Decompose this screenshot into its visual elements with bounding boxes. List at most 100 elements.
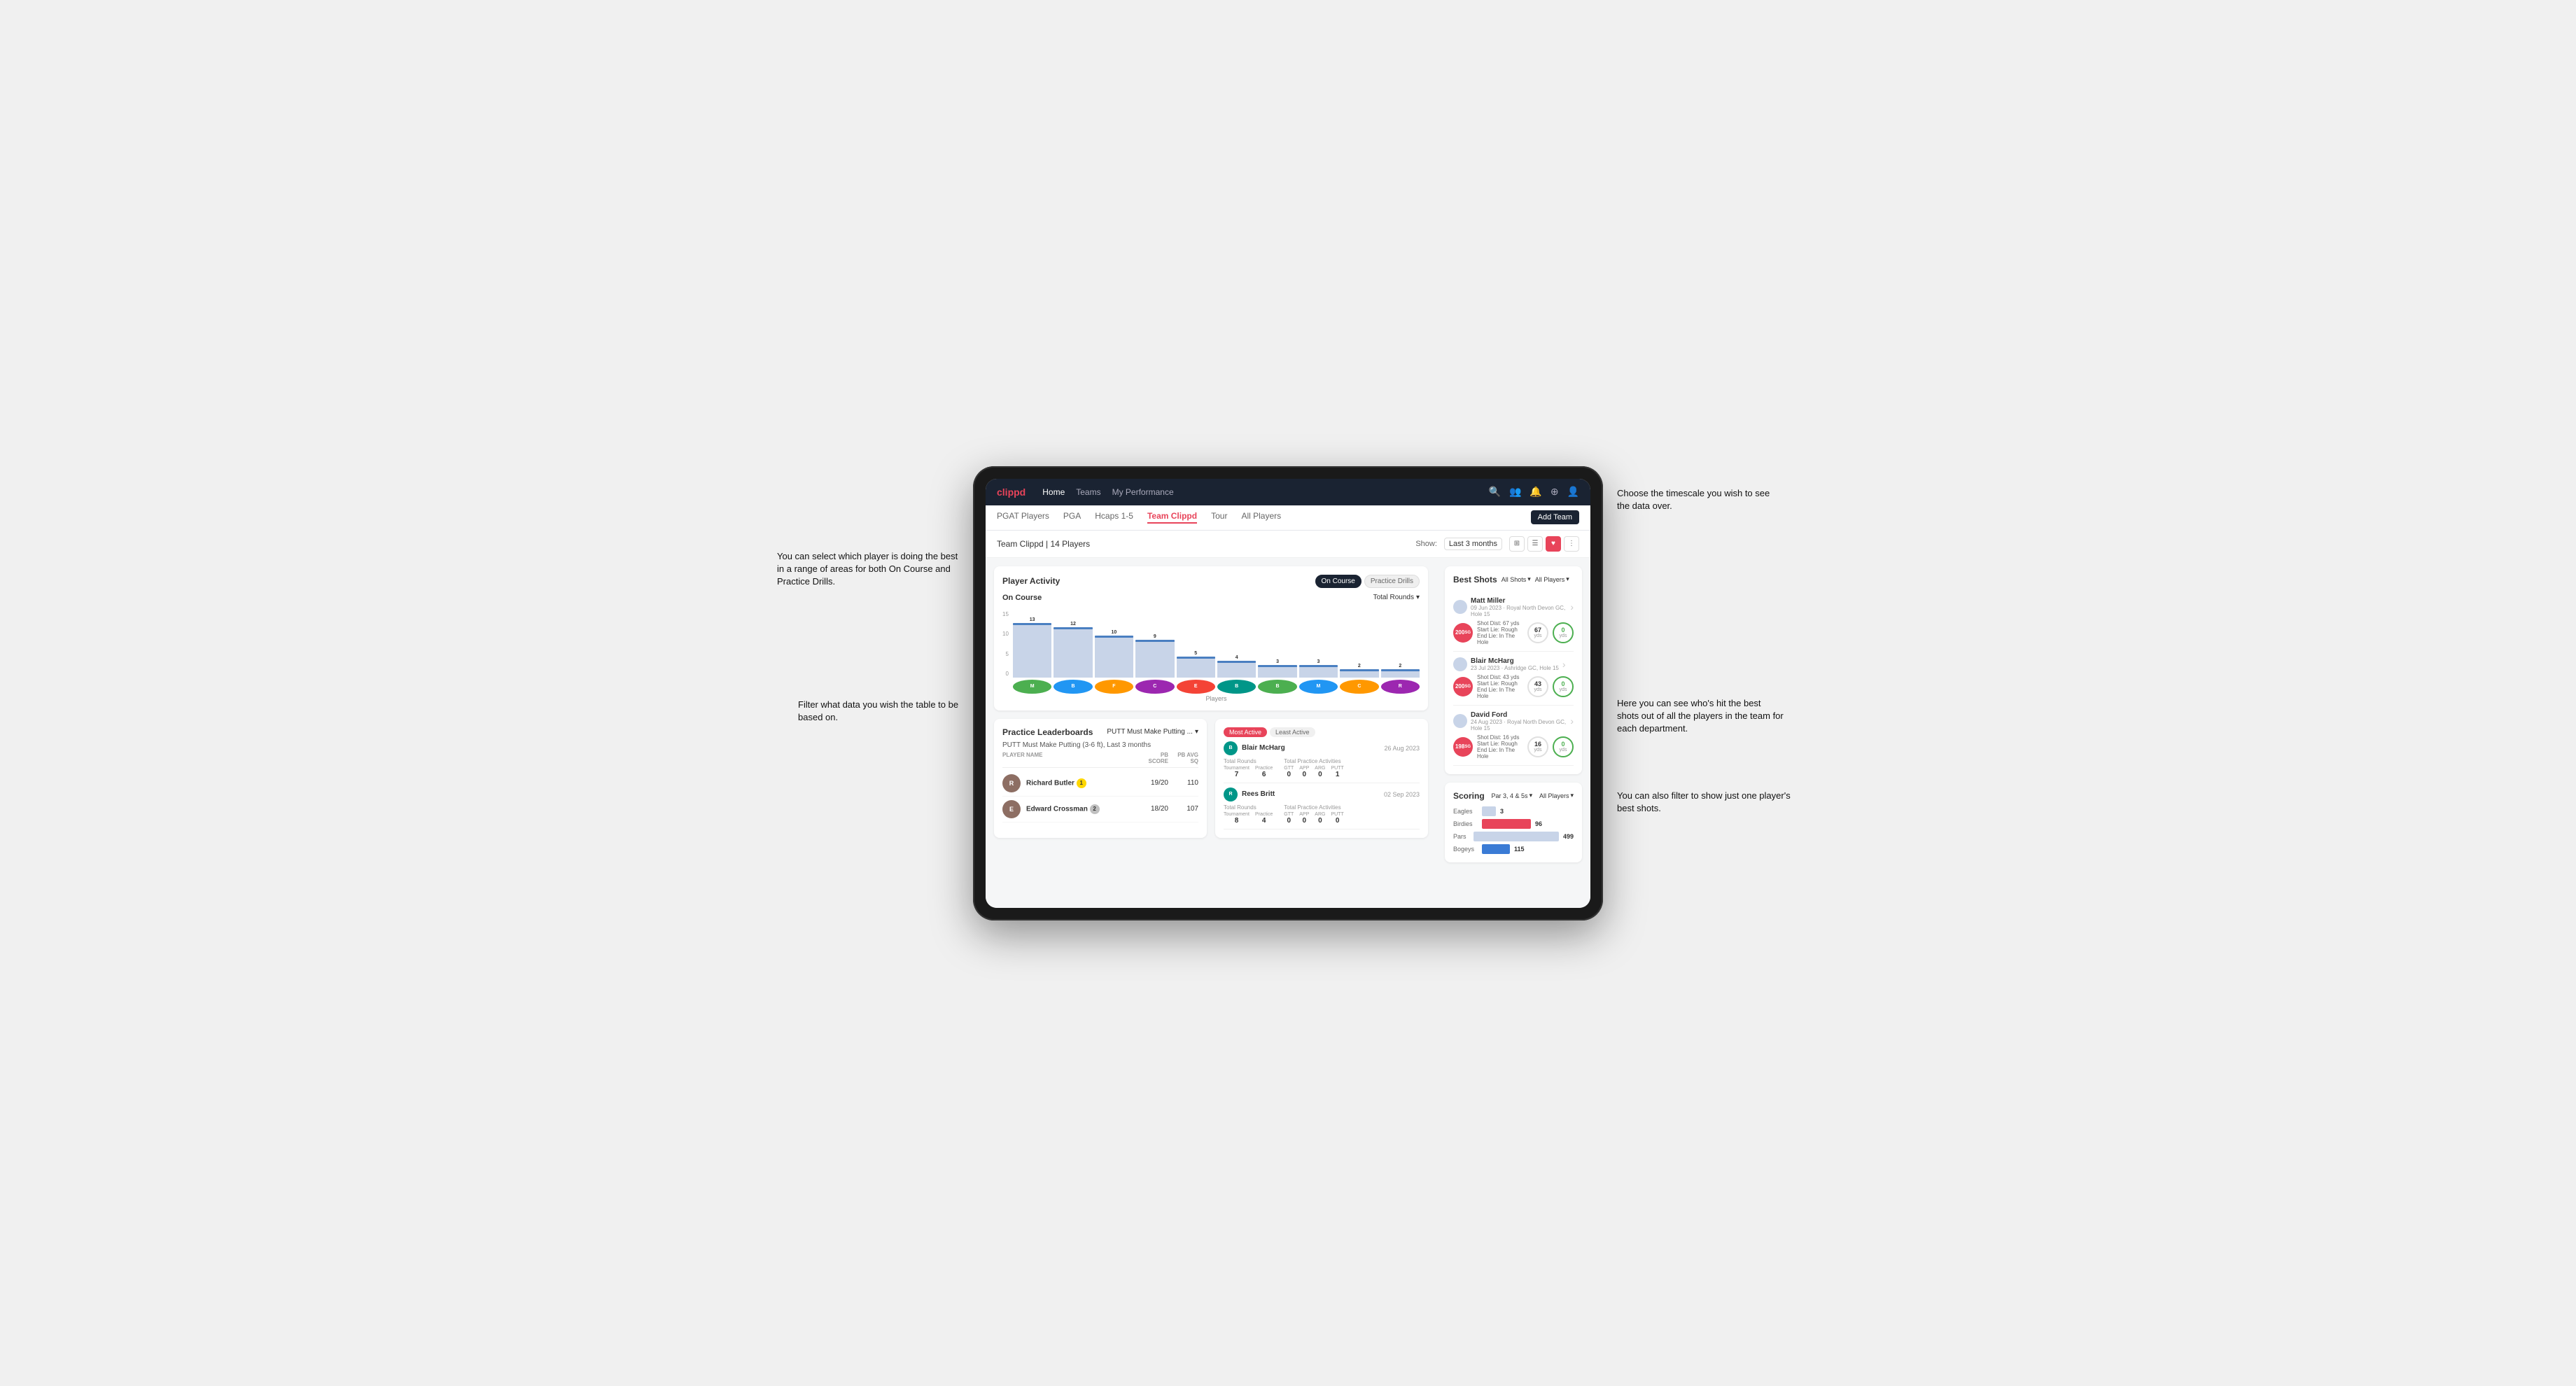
least-active-tab[interactable]: Least Active	[1270, 727, 1315, 737]
nav-teams[interactable]: Teams	[1076, 487, 1100, 497]
start-lie-0: Start Lie: Rough	[1477, 626, 1523, 633]
shot-stat2-unit-0: yds	[1560, 634, 1567, 638]
all-players-label: All Players	[1535, 576, 1565, 583]
activity-rows: B Blair McHarg 26 Aug 2023 Total Rounds …	[1224, 737, 1420, 830]
bar-highlight-8	[1340, 669, 1378, 671]
par-filter-label: Par 3, 4 & 5s	[1492, 792, 1528, 799]
shots-filter2[interactable]: All Players ▾	[1535, 575, 1569, 583]
tab-pga[interactable]: PGA	[1063, 511, 1081, 524]
lb-player-info-1: Edward Crossman 2	[1026, 804, 1135, 814]
add-team-button[interactable]: Add Team	[1531, 510, 1579, 524]
nav-my-performance[interactable]: My Performance	[1112, 487, 1174, 497]
bar-group-4: 5	[1177, 651, 1215, 678]
shot-avatar-2	[1453, 714, 1467, 728]
activity-pill-tabs: Most Active Least Active	[1224, 727, 1420, 737]
practice-title: Practice Leaderboards	[1002, 727, 1093, 737]
gtt-val-0: 0	[1284, 771, 1294, 778]
total-rounds-label: Total Rounds	[1373, 594, 1414, 601]
tab-pgat-players[interactable]: PGAT Players	[997, 511, 1049, 524]
shot-info-2: Shot Dist: 16 yds Start Lie: Rough End L…	[1477, 734, 1523, 760]
user-icon[interactable]: 👤	[1567, 486, 1579, 498]
tab-hcaps[interactable]: Hcaps 1-5	[1095, 511, 1133, 524]
annotation-top-right: Choose the timescale you wish to see the…	[1617, 487, 1771, 512]
app-col-0: APP 0	[1299, 766, 1309, 778]
bell-icon[interactable]: 🔔	[1530, 486, 1541, 498]
annotation-right-mid: Here you can see who's hit the best shot…	[1617, 697, 1785, 736]
putt-col-1: PUTT 0	[1331, 812, 1343, 825]
practice-dropdown-icon: ▾	[1195, 728, 1198, 736]
shot-stat2-unit-2: yds	[1560, 748, 1567, 752]
nav-logo: clippd	[997, 486, 1026, 498]
settings-view-icon[interactable]: ⋮	[1564, 536, 1579, 552]
bar-group-5: 4	[1217, 655, 1256, 678]
activity-item-0: B Blair McHarg 26 Aug 2023 Total Rounds …	[1224, 737, 1420, 783]
bar-value-6: 3	[1276, 659, 1279, 664]
most-active-tab[interactable]: Most Active	[1224, 727, 1267, 737]
tournament-col-1: Tournament 8	[1224, 812, 1250, 825]
shot-chevron-icon-2[interactable]: ›	[1570, 715, 1574, 727]
bar-4	[1177, 657, 1215, 678]
avatar-7: M	[1299, 680, 1338, 694]
practice-activities-title-0: Total Practice Activities	[1284, 758, 1343, 764]
scoring-title: Scoring	[1453, 791, 1485, 801]
avatar-row: MBFCEBBMCR	[1013, 680, 1420, 694]
shots-chevron-icon: ▾	[1527, 575, 1531, 583]
list-view-icon[interactable]: ☰	[1527, 536, 1543, 552]
shot-stat2-unit-1: yds	[1560, 687, 1567, 692]
scoring-filter2[interactable]: All Players ▾	[1539, 792, 1574, 799]
lb-score-1: 18/20	[1140, 805, 1168, 813]
practice-val-0: 6	[1255, 771, 1273, 778]
shot-chevron-icon-1[interactable]: ›	[1562, 659, 1566, 670]
all-shots-label: All Shots	[1502, 576, 1527, 583]
shot-stat2-0: 0 yds	[1553, 622, 1574, 643]
card-view-icon[interactable]: ♥	[1546, 536, 1561, 552]
view-icons: ⊞ ☰ ♥ ⋮	[1509, 536, 1579, 552]
end-lie-1: End Lie: In The Hole	[1477, 687, 1523, 699]
bar-group-1: 12	[1054, 622, 1092, 678]
shot-avatar-0	[1453, 600, 1467, 614]
date-range-select[interactable]: Last 3 months	[1444, 538, 1502, 550]
activity-avatar-1: R	[1224, 788, 1238, 802]
plus-circle-icon[interactable]: ⊕	[1550, 486, 1559, 498]
x-axis-label: Players	[1013, 695, 1420, 702]
bar-2	[1095, 636, 1133, 678]
on-course-toggle[interactable]: On Course	[1315, 575, 1362, 588]
practice-dropdown[interactable]: PUTT Must Make Putting ... ▾	[1107, 728, 1198, 736]
scoring-count-2: 499	[1563, 833, 1574, 840]
end-lie-2: End Lie: In The Hole	[1477, 747, 1523, 760]
practice-drills-toggle[interactable]: Practice Drills	[1364, 575, 1420, 588]
show-label: Show:	[1415, 540, 1437, 548]
app-nav: clippd Home Teams My Performance 🔍 👥 🔔 ⊕…	[986, 479, 1590, 505]
shot-detail-2: 24 Aug 2023 · Royal North Devon GC, Hole…	[1471, 719, 1567, 732]
putt-label-1: PUTT	[1331, 812, 1343, 817]
tab-team-clippd[interactable]: Team Clippd	[1147, 511, 1197, 524]
practice-col-1: Practice 4	[1255, 812, 1273, 825]
shot-card-0: Matt Miller 09 Jun 2023 · Royal North De…	[1453, 592, 1574, 652]
activity-avatar-0: B	[1224, 741, 1238, 755]
activity-toggle-group: On Course Practice Drills	[1315, 575, 1420, 588]
users-icon[interactable]: 👥	[1509, 486, 1521, 498]
gtt-col-1: GTT 0	[1284, 812, 1294, 825]
scoring-bars: Eagles 3 Birdies 96 Pars 499 Bogeys 115	[1453, 806, 1574, 854]
tab-all-players[interactable]: All Players	[1241, 511, 1281, 524]
practice-label-0: Practice	[1255, 766, 1273, 771]
tab-tour[interactable]: Tour	[1211, 511, 1227, 524]
grid-view-icon[interactable]: ⊞	[1509, 536, 1525, 552]
shot-chevron-icon-0[interactable]: ›	[1570, 601, 1574, 612]
shots-filter1[interactable]: All Shots ▾	[1502, 575, 1531, 583]
total-rounds-dropdown[interactable]: Total Rounds ▾	[1373, 594, 1420, 601]
shot-badge-1: 200SG	[1453, 677, 1473, 696]
nav-home[interactable]: Home	[1042, 487, 1065, 497]
bar-highlight-5	[1217, 661, 1256, 663]
drill-name: PUTT Must Make Putting (3-6 ft), Last 3 …	[1002, 741, 1198, 749]
bar-6	[1258, 665, 1296, 678]
practice-header: Practice Leaderboards PUTT Must Make Put…	[1002, 727, 1198, 737]
y-label-0: 0	[1002, 671, 1009, 677]
shot-stat2-val-0: 0	[1561, 626, 1564, 634]
team-header-right: Show: Last 3 months ⊞ ☰ ♥ ⋮	[1415, 536, 1579, 552]
activity-stats-1: Total Rounds Tournament 8 Practice 4 Tot…	[1224, 804, 1420, 825]
practice-drill-label: PUTT Must Make Putting ...	[1107, 728, 1193, 736]
search-icon[interactable]: 🔍	[1489, 486, 1501, 498]
scoring-filter1[interactable]: Par 3, 4 & 5s ▾	[1492, 792, 1533, 799]
scoring-bar-3	[1482, 844, 1510, 854]
